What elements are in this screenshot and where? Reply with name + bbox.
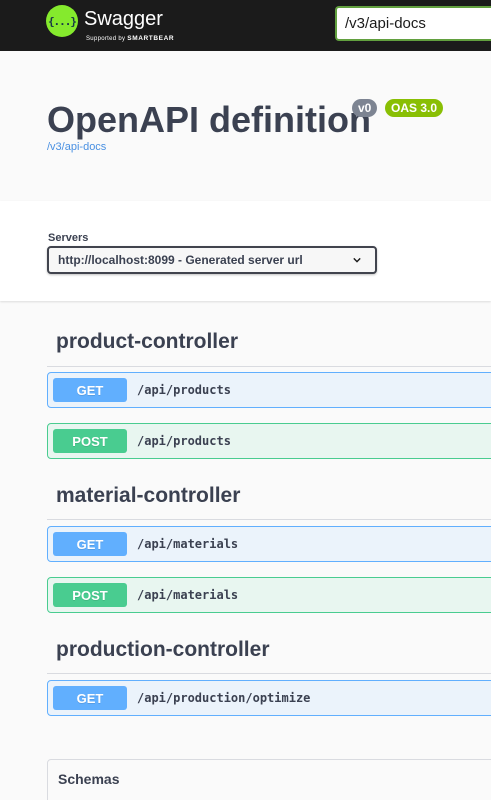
brand-tagline: Supported by SMARTBEAR <box>86 35 174 42</box>
operation-path: /api/materials <box>137 537 239 551</box>
tag-material-controller[interactable]: material-controller <box>56 484 240 508</box>
operation-path: /api/materials <box>137 588 239 602</box>
topbar: {...} Swagger Supported by SMARTBEAR <box>0 0 491 51</box>
info-section: OpenAPI definition v0 OAS 3.0 /v3/api-do… <box>0 51 491 201</box>
page-title: OpenAPI definition <box>47 99 371 140</box>
logo-glyph: {...} <box>47 14 77 28</box>
tag-divider <box>47 366 491 367</box>
opblock-get-products[interactable]: GET /api/products <box>47 372 491 408</box>
servers-label: Servers <box>48 232 89 244</box>
brand-name[interactable]: Swagger <box>84 8 163 31</box>
method-badge: GET <box>53 686 127 710</box>
method-badge: POST <box>53 429 127 453</box>
chevron-down-icon <box>353 257 361 263</box>
opblock-post-materials[interactable]: POST /api/materials <box>47 577 491 613</box>
operation-path: /api/production/optimize <box>137 691 311 705</box>
oas-badge: OAS 3.0 <box>385 99 444 117</box>
servers-selected-value: http://localhost:8099 - Generated server… <box>58 253 303 267</box>
tagline-prefix: Supported by <box>86 36 126 42</box>
tag-product-controller[interactable]: product-controller <box>56 330 238 354</box>
method-badge: GET <box>53 532 127 556</box>
opblock-get-materials[interactable]: GET /api/materials <box>47 526 491 562</box>
method-badge: POST <box>53 583 127 607</box>
tagline-brand: SMARTBEAR <box>127 35 175 42</box>
operation-path: /api/products <box>137 383 231 397</box>
servers-section: Servers http://localhost:8099 - Generate… <box>0 201 491 301</box>
tag-production-controller[interactable]: production-controller <box>56 638 270 662</box>
version-badge: v0 <box>352 99 378 117</box>
opblock-get-production-optimize[interactable]: GET /api/production/optimize <box>47 680 491 716</box>
schemas-title: Schemas <box>58 771 120 787</box>
tag-divider <box>47 519 491 520</box>
spec-link[interactable]: /v3/api-docs <box>47 141 106 153</box>
swagger-logo-icon[interactable]: {...} <box>46 5 78 37</box>
method-badge: GET <box>53 378 127 402</box>
spec-url-input[interactable] <box>335 6 491 41</box>
tag-divider <box>47 673 491 674</box>
servers-select[interactable]: http://localhost:8099 - Generated server… <box>47 246 377 274</box>
operation-path: /api/products <box>137 434 231 448</box>
schemas-section[interactable]: Schemas <box>47 759 491 800</box>
opblock-post-products[interactable]: POST /api/products <box>47 423 491 459</box>
